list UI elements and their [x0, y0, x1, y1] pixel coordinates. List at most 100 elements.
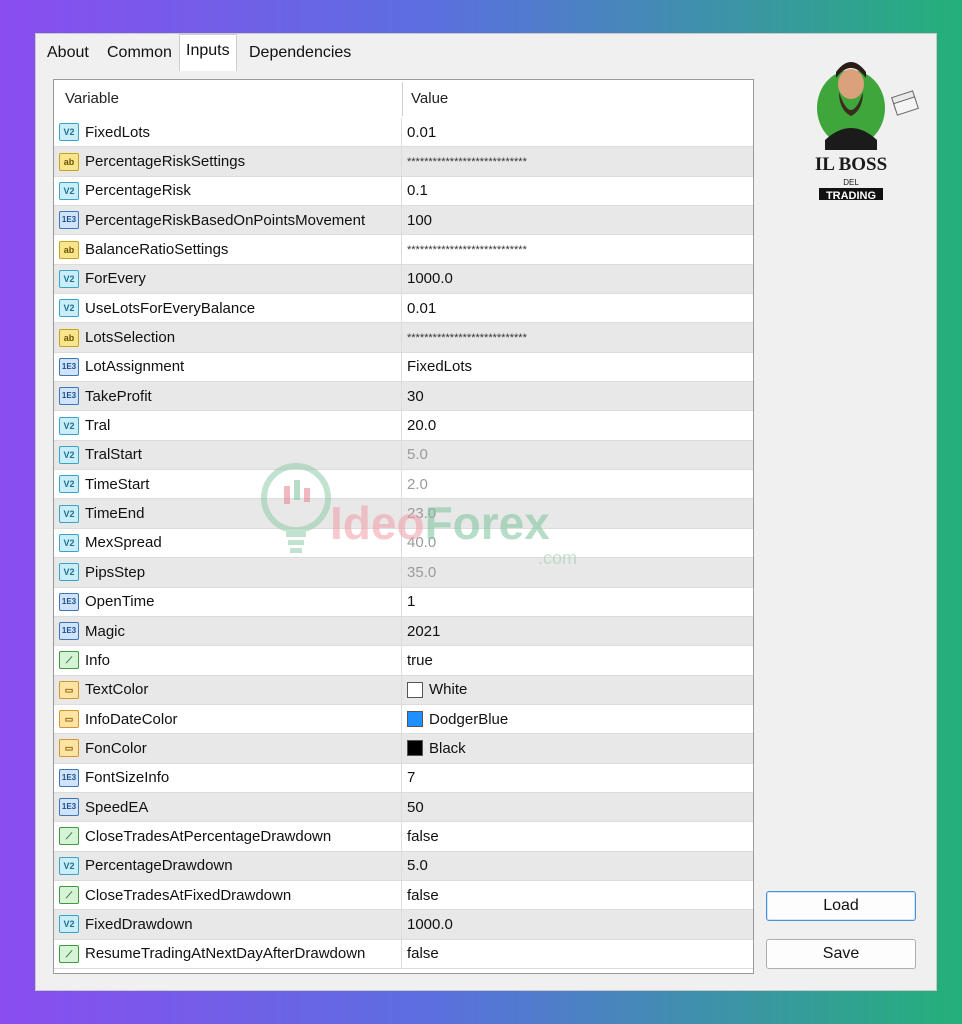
variable-cell[interactable]: 1E3 LotAssignment: [54, 352, 402, 382]
value-cell[interactable]: ****************************: [403, 323, 753, 351]
variable-cell[interactable]: V2 FixedDrawdown: [54, 910, 402, 939]
value-cell[interactable]: 2.0: [403, 470, 753, 498]
value-cell[interactable]: 2021: [403, 617, 753, 645]
variable-cell[interactable]: 1E3 FontSizeInfo: [54, 763, 402, 792]
table-row[interactable]: ab BalanceRatioSettings ******************…: [54, 235, 753, 265]
tab-common[interactable]: Common: [101, 38, 178, 68]
table-row[interactable]: V2 FixedDrawdown 1000.0: [54, 910, 753, 940]
variable-cell[interactable]: V2 MexSpread: [54, 528, 402, 558]
color-swatch: [407, 740, 423, 757]
value-cell[interactable]: false: [403, 881, 753, 909]
value-cell[interactable]: 5.0: [403, 852, 753, 880]
load-button[interactable]: Load: [766, 891, 916, 921]
value-cell[interactable]: White: [403, 676, 753, 704]
value-cell[interactable]: 0.01: [403, 294, 753, 322]
table-row[interactable]: 1E3 Magic 2021: [54, 616, 753, 647]
value-cell[interactable]: Black: [403, 734, 753, 762]
variable-cell[interactable]: 1E3 TakeProfit: [54, 382, 402, 411]
variable-cell[interactable]: ⟋ CloseTradesAtFixedDrawdown: [54, 880, 402, 910]
value-cell[interactable]: 35.0: [403, 558, 753, 586]
value-cell[interactable]: 0.1: [403, 177, 753, 205]
value-cell[interactable]: 0.01: [403, 118, 753, 146]
value-cell[interactable]: ****************************: [403, 235, 753, 263]
variable-cell[interactable]: ▭ InfoDateColor: [54, 704, 402, 734]
value-cell[interactable]: DodgerBlue: [403, 705, 753, 733]
table-row[interactable]: 1E3 PercentageRiskBasedOnPointsMovement 10…: [54, 206, 753, 236]
value-cell[interactable]: 1000.0: [403, 910, 753, 938]
table-row[interactable]: V2 TimeStart 2.0: [54, 470, 753, 500]
table-row[interactable]: ⟋ CloseTradesAtPercentageDrawdown false: [54, 822, 753, 852]
value-cell[interactable]: 100: [403, 206, 753, 234]
variable-cell[interactable]: V2 TimeEnd: [54, 499, 402, 528]
value-cell[interactable]: 50: [403, 793, 753, 821]
variable-cell[interactable]: ▭ FonColor: [54, 734, 402, 763]
table-row[interactable]: V2 ForEvery 1000.0: [54, 264, 753, 295]
value-cell[interactable]: 23.0: [403, 499, 753, 527]
value-cell[interactable]: 5.0: [403, 441, 753, 469]
value-cell[interactable]: 30: [403, 382, 753, 410]
variable-cell[interactable]: 1E3 Magic: [54, 616, 402, 646]
value-cell[interactable]: false: [403, 940, 753, 968]
table-row[interactable]: ab LotsSelection *************************…: [54, 323, 753, 353]
header-value[interactable]: Value: [411, 80, 448, 118]
variable-cell[interactable]: V2 TralStart: [54, 440, 402, 470]
table-row[interactable]: V2 PercentageDrawdown 5.0: [54, 851, 753, 881]
variable-cell[interactable]: ⟋ ResumeTradingAtNextDayAfterDrawdown: [54, 939, 402, 968]
variable-cell[interactable]: V2 FixedLots: [54, 118, 402, 147]
variable-cell[interactable]: ⟋ Info: [54, 646, 402, 675]
value-cell[interactable]: 1: [403, 588, 753, 616]
table-row[interactable]: 1E3 LotAssignment FixedLots: [54, 352, 753, 383]
value-cell[interactable]: false: [403, 822, 753, 850]
variable-cell[interactable]: ▭ TextColor: [54, 675, 402, 704]
table-row[interactable]: 1E3 FontSizeInfo 7: [54, 763, 753, 793]
tab-about[interactable]: About: [41, 38, 95, 68]
table-row[interactable]: V2 PipsStep 35.0: [54, 558, 753, 588]
variable-cell[interactable]: ab LotsSelection: [54, 323, 402, 352]
table-row[interactable]: ▭ InfoDateColor DodgerBlue: [54, 704, 753, 735]
table-row[interactable]: V2 FixedLots 0.01: [54, 118, 753, 148]
header-divider[interactable]: [402, 82, 403, 116]
table-row[interactable]: V2 TralStart 5.0: [54, 440, 753, 471]
variable-cell[interactable]: V2 Tral: [54, 411, 402, 440]
table-row[interactable]: ▭ FonColor Black: [54, 734, 753, 764]
tab-dependencies[interactable]: Dependencies: [243, 38, 357, 68]
value-cell[interactable]: 20.0: [403, 411, 753, 439]
value-cell[interactable]: ****************************: [403, 147, 753, 175]
header-variable[interactable]: Variable: [65, 80, 119, 118]
value-text: true: [407, 651, 433, 669]
table-row[interactable]: V2 Tral 20.0: [54, 411, 753, 441]
table-row[interactable]: V2 PercentageRisk 0.1: [54, 176, 753, 207]
table-row[interactable]: ab PercentageRiskSettings ****************…: [54, 147, 753, 177]
table-row[interactable]: V2 TimeEnd 23.0: [54, 499, 753, 529]
table-row[interactable]: V2 MexSpread 40.0: [54, 528, 753, 559]
table-row[interactable]: ⟋ ResumeTradingAtNextDayAfterDrawdown fals…: [54, 939, 753, 969]
variable-cell[interactable]: ab PercentageRiskSettings: [54, 147, 402, 176]
variable-cell[interactable]: 1E3 SpeedEA: [54, 792, 402, 822]
table-row[interactable]: ▭ TextColor White: [54, 675, 753, 705]
table-row[interactable]: 1E3 TakeProfit 30: [54, 382, 753, 412]
table-row[interactable]: ⟋ Info true: [54, 646, 753, 676]
variable-cell[interactable]: V2 TimeStart: [54, 470, 402, 499]
variable-cell[interactable]: V2 PipsStep: [54, 558, 402, 587]
value-cell[interactable]: 7: [403, 764, 753, 792]
variable-cell[interactable]: 1E3 PercentageRiskBasedOnPointsMovement: [54, 206, 402, 235]
variable-cell[interactable]: ⟋ CloseTradesAtPercentageDrawdown: [54, 822, 402, 851]
table-row[interactable]: 1E3 SpeedEA 50: [54, 792, 753, 823]
value-cell[interactable]: 40.0: [403, 529, 753, 557]
variable-cell[interactable]: V2 UseLotsForEveryBalance: [54, 294, 402, 323]
value-cell[interactable]: 1000.0: [403, 265, 753, 293]
inputs-grid[interactable]: Variable Value V2 FixedLots 0.01 ab Percenta…: [53, 79, 754, 974]
variable-cell[interactable]: V2 PercentageRisk: [54, 176, 402, 206]
variable-cell[interactable]: 1E3 OpenTime: [54, 587, 402, 616]
variable-name: InfoDateColor: [85, 710, 178, 728]
save-button[interactable]: Save: [766, 939, 916, 969]
variable-cell[interactable]: V2 ForEvery: [54, 264, 402, 294]
variable-cell[interactable]: ab BalanceRatioSettings: [54, 235, 402, 264]
table-row[interactable]: V2 UseLotsForEveryBalance 0.01: [54, 294, 753, 324]
value-cell[interactable]: FixedLots: [403, 353, 753, 381]
variable-cell[interactable]: V2 PercentageDrawdown: [54, 851, 402, 880]
tab-inputs[interactable]: Inputs: [179, 34, 237, 71]
value-cell[interactable]: true: [403, 646, 753, 674]
table-row[interactable]: 1E3 OpenTime 1: [54, 587, 753, 617]
table-row[interactable]: ⟋ CloseTradesAtFixedDrawdown false: [54, 880, 753, 911]
